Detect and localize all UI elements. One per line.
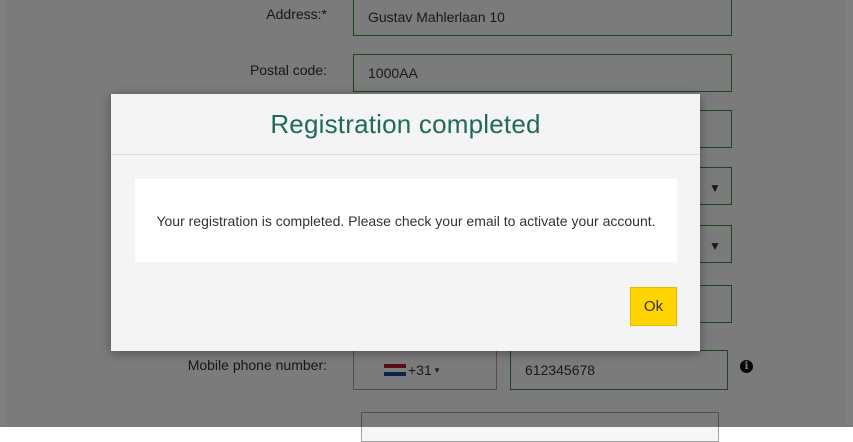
dialog-message: Your registration is completed. Please c… xyxy=(156,212,656,229)
ok-button[interactable]: Ok xyxy=(630,287,677,326)
dialog-body: Your registration is completed. Please c… xyxy=(135,179,677,262)
dialog-header: Registration completed xyxy=(111,94,700,155)
registration-completed-dialog: Registration completed Your registration… xyxy=(111,94,700,351)
dialog-title: Registration completed xyxy=(270,108,541,139)
